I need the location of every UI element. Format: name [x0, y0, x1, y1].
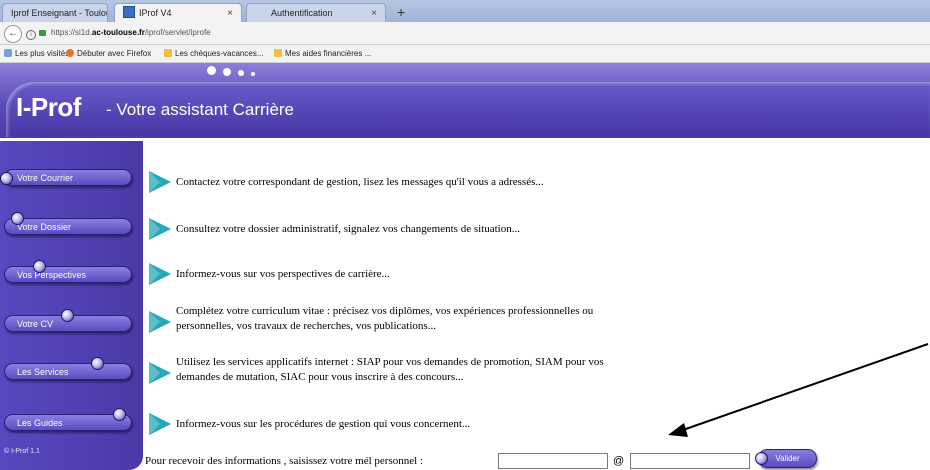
annotation-arrow — [668, 343, 929, 437]
